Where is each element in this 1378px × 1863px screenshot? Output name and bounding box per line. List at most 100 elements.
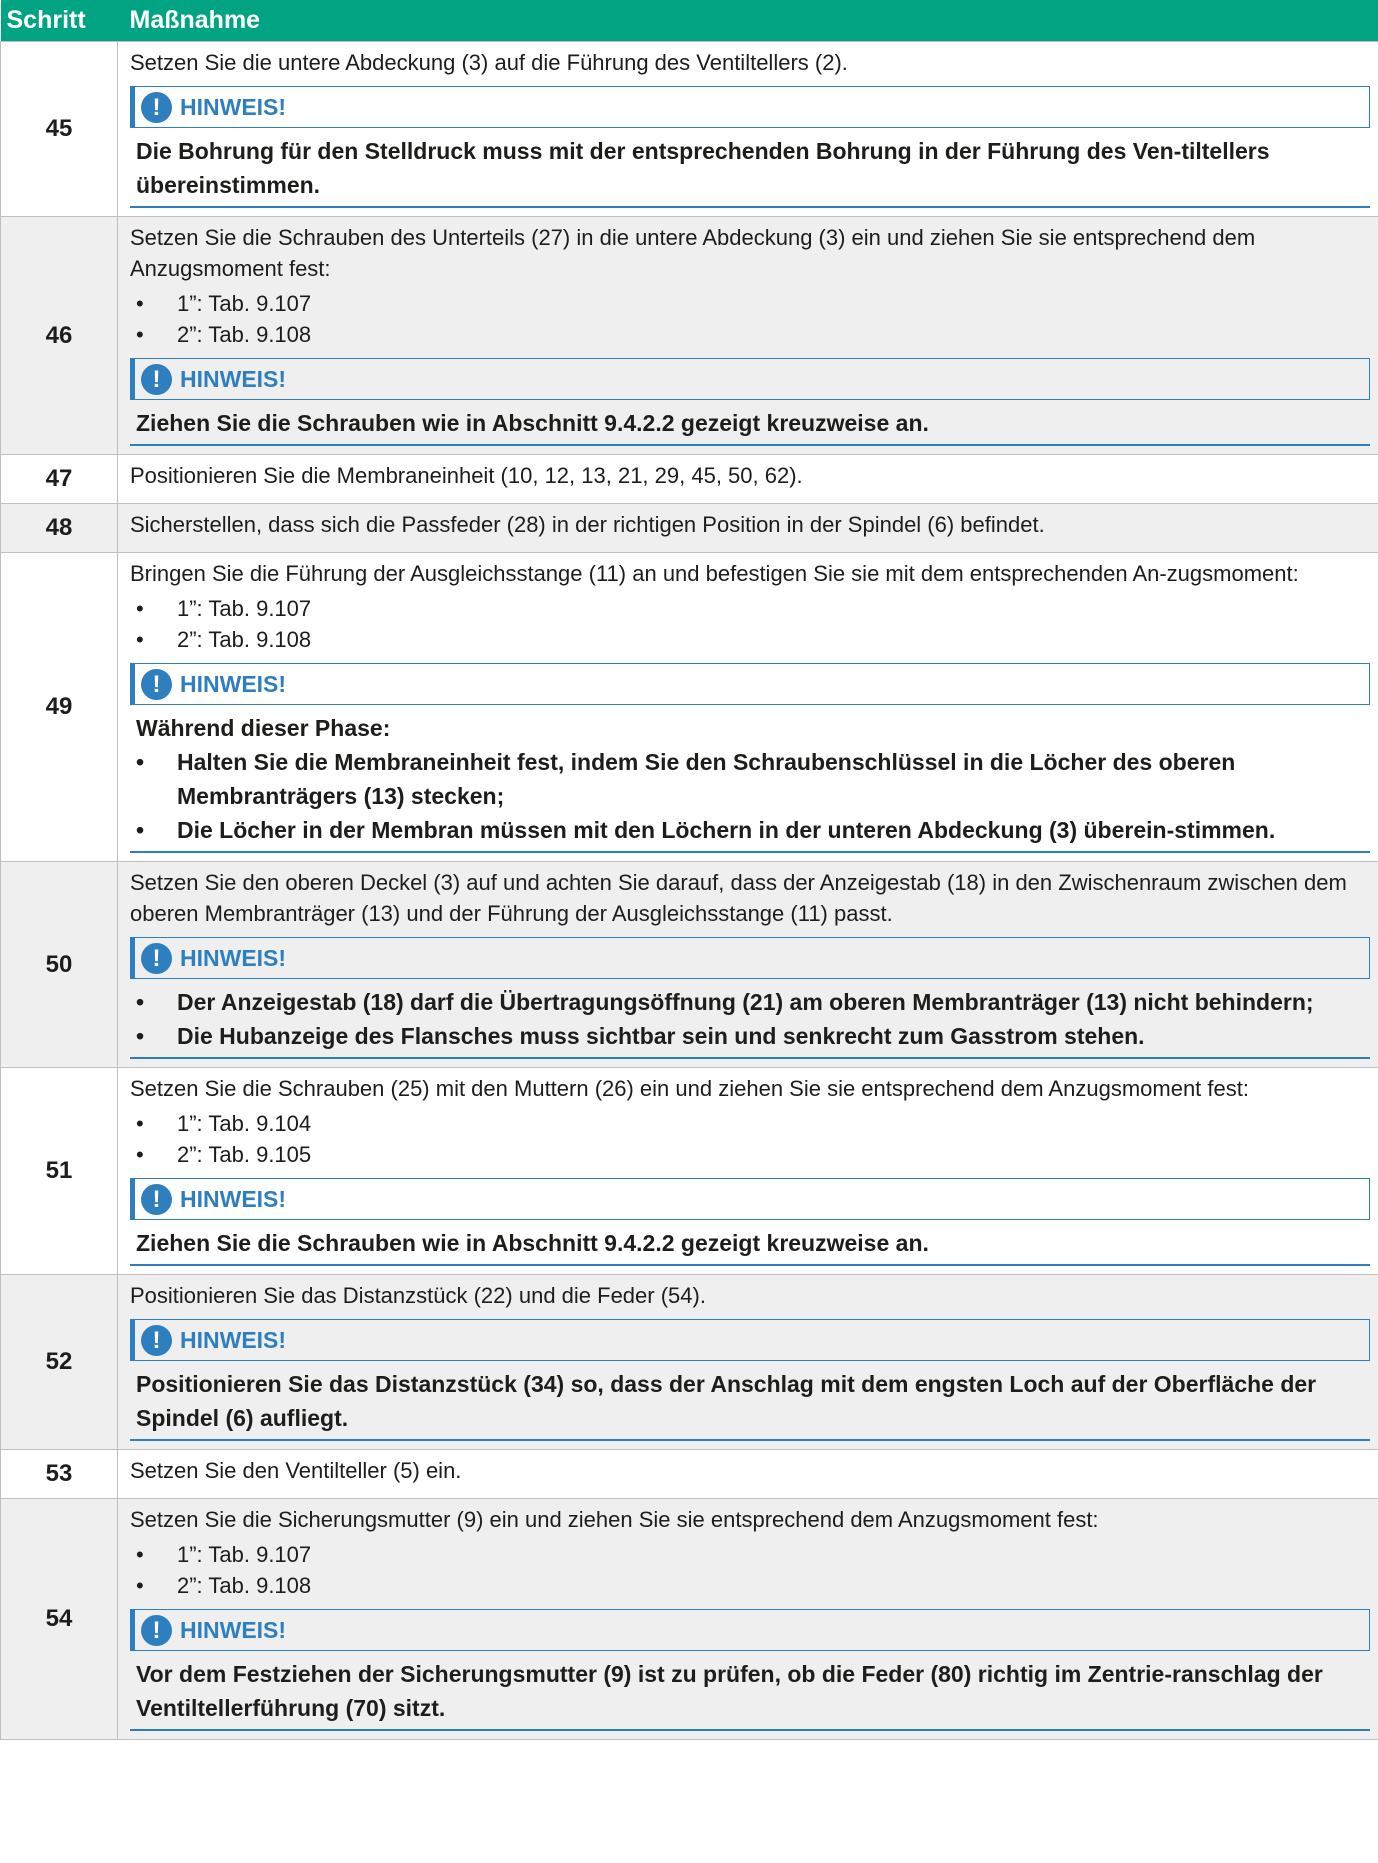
procedure-page: Schritt Maßnahme 45 Setzen Sie die untere… bbox=[0, 0, 1378, 1740]
warning-icon: ! bbox=[141, 668, 172, 700]
action-text: Bringen Sie die Führung der Ausgleichsst… bbox=[130, 561, 1299, 586]
table-row: 48 Sicherstellen, dass sich die Passfeder… bbox=[0, 503, 1378, 553]
note-body: Positionieren Sie das Distanzstück (34) … bbox=[130, 1367, 1370, 1441]
bullet-text: 2”: Tab. 9.108 bbox=[177, 627, 312, 652]
note-bullet: • Der Anzeigestab (18) darf die Übertragu… bbox=[136, 985, 1370, 1019]
action-text: Setzen Sie die Sicherungsmutter (9) ein … bbox=[130, 1507, 1099, 1532]
action-text: Positionieren Sie das Distanzstück (22) … bbox=[130, 1283, 706, 1308]
step-number: 49 bbox=[0, 552, 118, 862]
step-action: Positionieren Sie das Distanzstück (22) … bbox=[117, 1274, 1378, 1450]
bullet-dot: • bbox=[136, 291, 144, 316]
note-body: • Der Anzeigestab (18) darf die Übertragu… bbox=[130, 985, 1370, 1059]
note-body: Ziehen Sie die Schrauben wie in Abschnit… bbox=[130, 1226, 1370, 1266]
note-header: ! HINWEIS! bbox=[130, 358, 1370, 400]
step-action: Setzen Sie die Sicherungsmutter (9) ein … bbox=[117, 1498, 1378, 1740]
note-label: HINWEIS! bbox=[180, 944, 287, 971]
action-bullet: • 1”: Tab. 9.107 bbox=[130, 1539, 1370, 1570]
table-row: 54 Setzen Sie die Sicherungsmutter (9) ei… bbox=[0, 1498, 1378, 1740]
note-label: HINWEIS! bbox=[180, 1326, 287, 1353]
note-text: Die Bohrung für den Stelldruck muss mit … bbox=[136, 138, 1270, 198]
note-header: ! HINWEIS! bbox=[130, 86, 1370, 128]
action-bullet: • 1”: Tab. 9.104 bbox=[130, 1108, 1370, 1139]
table-row: 45 Setzen Sie die untere Abdeckung (3) au… bbox=[0, 41, 1378, 217]
bullet-dot: • bbox=[136, 1023, 145, 1049]
bullet-text: 2”: Tab. 9.108 bbox=[177, 1573, 312, 1598]
note-header: ! HINWEIS! bbox=[130, 1178, 1370, 1220]
step-number: 53 bbox=[0, 1449, 118, 1499]
note-label: HINWEIS! bbox=[180, 93, 287, 120]
bullet-dot: • bbox=[136, 989, 145, 1015]
note-body: Ziehen Sie die Schrauben wie in Abschnit… bbox=[130, 406, 1370, 446]
note-label: HINWEIS! bbox=[180, 1616, 287, 1643]
table-row: 50 Setzen Sie den oberen Deckel (3) auf u… bbox=[0, 861, 1378, 1068]
note-text: Positionieren Sie das Distanzstück (34) … bbox=[136, 1371, 1317, 1431]
bullet-text: 1”: Tab. 9.104 bbox=[177, 1111, 312, 1136]
step-action: Setzen Sie die Schrauben (25) mit den Mu… bbox=[117, 1067, 1378, 1275]
step-action: Setzen Sie den Ventilteller (5) ein. bbox=[117, 1449, 1378, 1499]
action-text: Sicherstellen, dass sich die Passfeder (… bbox=[130, 512, 1045, 537]
bullet-text: 1”: Tab. 9.107 bbox=[177, 1542, 312, 1567]
table-row: 52 Positionieren Sie das Distanzstück (22… bbox=[0, 1274, 1378, 1450]
step-action: Bringen Sie die Führung der Ausgleichsst… bbox=[117, 552, 1378, 862]
step-action: Positionieren Sie die Membraneinheit (10… bbox=[117, 454, 1378, 504]
table-row: 47 Positionieren Sie die Membraneinheit (… bbox=[0, 454, 1378, 504]
table-body: 45 Setzen Sie die untere Abdeckung (3) au… bbox=[0, 41, 1378, 1740]
table-header-row: Schritt Maßnahme bbox=[0, 0, 1378, 42]
step-action: Sicherstellen, dass sich die Passfeder (… bbox=[117, 503, 1378, 553]
note-bullet-text: Die Löcher in der Membran müssen mit den… bbox=[177, 817, 1276, 843]
action-text: Positionieren Sie die Membraneinheit (10… bbox=[130, 463, 803, 488]
note-bullet: • Die Hubanzeige des Flansches muss sicht… bbox=[136, 1019, 1370, 1053]
bullet-dot: • bbox=[136, 817, 145, 843]
warning-icon: ! bbox=[141, 942, 172, 974]
note-bullet-text: Die Hubanzeige des Flansches muss sichtb… bbox=[177, 1023, 1145, 1049]
step-number: 54 bbox=[0, 1498, 118, 1740]
table-row: 51 Setzen Sie die Schrauben (25) mit den … bbox=[0, 1067, 1378, 1275]
step-action: Setzen Sie die Schrauben des Unterteils … bbox=[117, 216, 1378, 455]
action-text: Setzen Sie die Schrauben (25) mit den Mu… bbox=[130, 1076, 1249, 1101]
bullet-dot: • bbox=[136, 596, 144, 621]
procedure-table: Schritt Maßnahme 45 Setzen Sie die untere… bbox=[0, 0, 1378, 1740]
note-header: ! HINWEIS! bbox=[130, 1609, 1370, 1651]
action-bullet: • 2”: Tab. 9.108 bbox=[130, 319, 1370, 350]
step-number: 52 bbox=[0, 1274, 118, 1450]
bullet-text: 1”: Tab. 9.107 bbox=[177, 291, 312, 316]
action-text: Setzen Sie die untere Abdeckung (3) auf … bbox=[130, 50, 848, 75]
header-step: Schritt bbox=[0, 0, 118, 42]
note-text: Vor dem Festziehen der Sicherungsmutter … bbox=[136, 1661, 1323, 1721]
note-header: ! HINWEIS! bbox=[130, 937, 1370, 979]
action-bullet: • 1”: Tab. 9.107 bbox=[130, 593, 1370, 624]
action-bullet: • 2”: Tab. 9.108 bbox=[130, 1570, 1370, 1601]
note-bullet: • Die Löcher in der Membran müssen mit de… bbox=[136, 813, 1370, 847]
note-header: ! HINWEIS! bbox=[130, 663, 1370, 705]
note-bullet-text: Halten Sie die Membraneinheit fest, inde… bbox=[177, 749, 1236, 809]
bullet-dot: • bbox=[136, 1111, 144, 1136]
step-number: 46 bbox=[0, 216, 118, 455]
note-header: ! HINWEIS! bbox=[130, 1319, 1370, 1361]
note-text: Während dieser Phase: bbox=[136, 715, 391, 741]
step-number: 45 bbox=[0, 41, 118, 217]
action-bullet: • 2”: Tab. 9.108 bbox=[130, 624, 1370, 655]
note-label: HINWEIS! bbox=[180, 670, 287, 697]
warning-icon: ! bbox=[141, 91, 172, 123]
bullet-text: 2”: Tab. 9.108 bbox=[177, 322, 312, 347]
bullet-dot: • bbox=[136, 627, 144, 652]
note-label: HINWEIS! bbox=[180, 1185, 287, 1212]
note-body: Während dieser Phase: • Halten Sie die Mem… bbox=[130, 711, 1370, 853]
step-action: Setzen Sie den oberen Deckel (3) auf und… bbox=[117, 861, 1378, 1068]
bullet-dot: • bbox=[136, 1142, 144, 1167]
table-row: 49 Bringen Sie die Führung der Ausgleichs… bbox=[0, 552, 1378, 862]
table-row: 46 Setzen Sie die Schrauben des Unterteil… bbox=[0, 216, 1378, 455]
action-text: Setzen Sie den oberen Deckel (3) auf und… bbox=[130, 870, 1347, 926]
bullet-text: 1”: Tab. 9.107 bbox=[177, 596, 312, 621]
warning-icon: ! bbox=[141, 363, 172, 395]
action-text: Setzen Sie den Ventilteller (5) ein. bbox=[130, 1458, 462, 1483]
note-label: HINWEIS! bbox=[180, 365, 287, 392]
step-number: 51 bbox=[0, 1067, 118, 1275]
table-row: 53 Setzen Sie den Ventilteller (5) ein. bbox=[0, 1449, 1378, 1499]
note-body: Vor dem Festziehen der Sicherungsmutter … bbox=[130, 1657, 1370, 1731]
step-number: 48 bbox=[0, 503, 118, 553]
note-bullet: • Halten Sie die Membraneinheit fest, ind… bbox=[136, 745, 1370, 813]
step-action: Setzen Sie die untere Abdeckung (3) auf … bbox=[117, 41, 1378, 217]
bullet-dot: • bbox=[136, 749, 145, 775]
note-body: Die Bohrung für den Stelldruck muss mit … bbox=[130, 134, 1370, 208]
